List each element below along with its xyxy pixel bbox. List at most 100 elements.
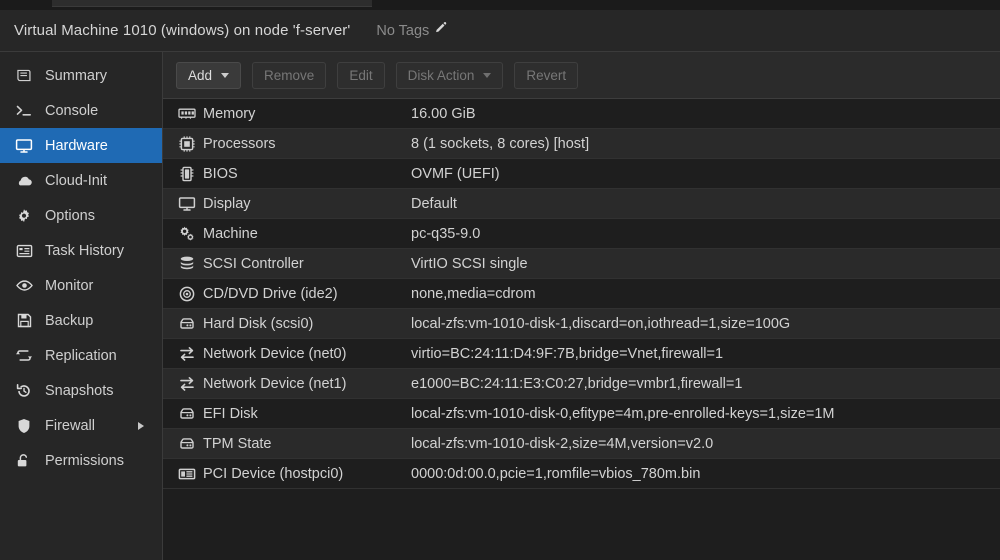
network-icon: [171, 345, 203, 363]
sidebar-item-label: Monitor: [45, 277, 94, 294]
replication-icon: [14, 347, 34, 365]
sidebar-nav: Summary Console Hardware Cloud-Init Opti…: [0, 52, 163, 560]
table-row[interactable]: Display Default: [163, 189, 1000, 219]
display-icon: [171, 195, 203, 213]
sidebar-item-replication[interactable]: Replication: [0, 338, 162, 373]
table-cell-value: 16.00 GiB: [411, 105, 476, 122]
console-icon: [14, 102, 34, 120]
table-cell-key: Machine: [203, 225, 258, 242]
table-row[interactable]: Network Device (net0) virtio=BC:24:11:D4:…: [163, 339, 1000, 369]
sidebar-item-permissions[interactable]: Permissions: [0, 443, 162, 478]
database-icon: [171, 255, 203, 273]
sidebar-item-label: Snapshots: [45, 382, 114, 399]
table-cell-value: pc-q35-9.0: [411, 225, 481, 242]
sidebar-item-label: Options: [45, 207, 95, 224]
sidebar-item-label: Summary: [45, 67, 108, 84]
table-row[interactable]: Network Device (net1) e1000=BC:24:11:E3:C…: [163, 369, 1000, 399]
sidebar-item-summary[interactable]: Summary: [0, 58, 162, 93]
table-cell-key: EFI Disk: [203, 405, 258, 422]
bios-icon: [171, 165, 203, 183]
table-cell-value: 0000:0d:00.0,pcie=1,romfile=vbios_780m.b…: [411, 465, 701, 482]
revert-button[interactable]: Revert: [514, 61, 579, 89]
summary-icon: [14, 67, 34, 85]
tags-control[interactable]: No Tags: [376, 21, 448, 40]
table-cell-key: PCI Device (hostpci0): [203, 465, 344, 482]
table-row[interactable]: Machine pc-q35-9.0: [163, 219, 1000, 249]
remove-button[interactable]: Remove: [252, 61, 327, 89]
content-area: Add Remove Edit Disk Action Revert Memor…: [163, 52, 1000, 560]
sidebar-item-label: Cloud-Init: [45, 172, 108, 189]
table-row[interactable]: Hard Disk (scsi0) local-zfs:vm-1010-disk-…: [163, 309, 1000, 339]
sidebar-item-hardware[interactable]: Hardware: [0, 128, 162, 163]
sidebar-item-label: Firewall: [45, 417, 95, 434]
table-row[interactable]: PCI Device (hostpci0) 0000:0d:00.0,pcie=1…: [163, 459, 1000, 489]
chevron-right-icon[interactable]: [138, 421, 144, 430]
cpu-icon: [171, 135, 203, 153]
page-body: Summary Console Hardware Cloud-Init Opti…: [0, 52, 1000, 560]
table-row[interactable]: TPM State local-zfs:vm-1010-disk-2,size=4…: [163, 429, 1000, 459]
edit-button[interactable]: Edit: [337, 61, 385, 89]
table-cell-key: TPM State: [203, 435, 272, 452]
page-title: Virtual Machine 1010 (windows) on node '…: [14, 22, 351, 39]
table-cell-key: BIOS: [203, 165, 238, 182]
page-header: Virtual Machine 1010 (windows) on node '…: [0, 10, 1000, 52]
edit-button-label: Edit: [349, 67, 373, 83]
pencil-icon[interactable]: [434, 21, 448, 40]
add-button-label: Add: [188, 67, 213, 83]
sidebar-item-firewall[interactable]: Firewall: [0, 408, 162, 443]
chevron-down-icon: [483, 72, 492, 78]
table-cell-key: Network Device (net1): [203, 375, 347, 392]
table-cell-value: OVMF (UEFI): [411, 165, 500, 182]
floppy-icon: [14, 312, 34, 330]
history-icon: [14, 382, 34, 400]
hardware-toolbar: Add Remove Edit Disk Action Revert: [163, 52, 1000, 99]
disk-action-button[interactable]: Disk Action: [395, 61, 504, 89]
eye-icon: [14, 277, 34, 295]
table-cell-value: local-zfs:vm-1010-disk-1,discard=on,ioth…: [411, 315, 791, 332]
table-row[interactable]: EFI Disk local-zfs:vm-1010-disk-0,efitype…: [163, 399, 1000, 429]
table-row[interactable]: Processors 8 (1 sockets, 8 cores) [host]: [163, 129, 1000, 159]
sidebar-item-label: Console: [45, 102, 99, 119]
table-cell-key: SCSI Controller: [203, 255, 304, 272]
table-cell-value: local-zfs:vm-1010-disk-2,size=4M,version…: [411, 435, 714, 452]
sidebar-item-label: Permissions: [45, 452, 124, 469]
table-cell-value: VirtIO SCSI single: [411, 255, 528, 272]
task-history-icon: [14, 242, 34, 260]
pci-icon: [171, 465, 203, 483]
gears-icon: [171, 225, 203, 243]
sidebar-item-cloud-init[interactable]: Cloud-Init: [0, 163, 162, 198]
proxmox-vm-hardware-page: Virtual Machine 1010 (windows) on node '…: [0, 0, 1000, 560]
sidebar-item-backup[interactable]: Backup: [0, 303, 162, 338]
sidebar-item-label: Task History: [45, 242, 124, 259]
table-cell-value: none,media=cdrom: [411, 285, 536, 302]
sidebar-item-options[interactable]: Options: [0, 198, 162, 233]
table-row[interactable]: SCSI Controller VirtIO SCSI single: [163, 249, 1000, 279]
table-cell-value: local-zfs:vm-1010-disk-0,efitype=4m,pre-…: [411, 405, 835, 422]
gear-icon: [14, 207, 34, 225]
unlock-icon: [14, 452, 34, 470]
sidebar-item-label: Backup: [45, 312, 94, 329]
table-cell-key: Memory: [203, 105, 256, 122]
revert-button-label: Revert: [526, 67, 567, 83]
harddisk-icon: [171, 315, 203, 333]
memory-icon: [171, 105, 203, 123]
table-cell-key: CD/DVD Drive (ide2): [203, 285, 338, 302]
sidebar-item-label: Replication: [45, 347, 117, 364]
sidebar-item-snapshots[interactable]: Snapshots: [0, 373, 162, 408]
table-cell-value: virtio=BC:24:11:D4:9F:7B,bridge=Vnet,fir…: [411, 345, 724, 362]
sidebar-item-task-history[interactable]: Task History: [0, 233, 162, 268]
table-row[interactable]: CD/DVD Drive (ide2) none,media=cdrom: [163, 279, 1000, 309]
disk-action-button-label: Disk Action: [407, 67, 475, 83]
table-cell-value: e1000=BC:24:11:E3:C0:27,bridge=vmbr1,fir…: [411, 375, 743, 392]
table-row[interactable]: Memory 16.00 GiB: [163, 99, 1000, 129]
cdrom-icon: [171, 285, 203, 303]
cloud-icon: [14, 172, 34, 190]
sidebar-item-console[interactable]: Console: [0, 93, 162, 128]
table-cell-value: 8 (1 sockets, 8 cores) [host]: [411, 135, 590, 152]
sidebar-item-monitor[interactable]: Monitor: [0, 268, 162, 303]
hardware-icon: [14, 137, 34, 155]
add-button[interactable]: Add: [176, 61, 242, 89]
hardware-table: Memory 16.00 GiB Processors 8 (1 sockets, 8…: [163, 99, 1000, 560]
table-row[interactable]: BIOS OVMF (UEFI): [163, 159, 1000, 189]
tags-label: No Tags: [376, 22, 430, 39]
